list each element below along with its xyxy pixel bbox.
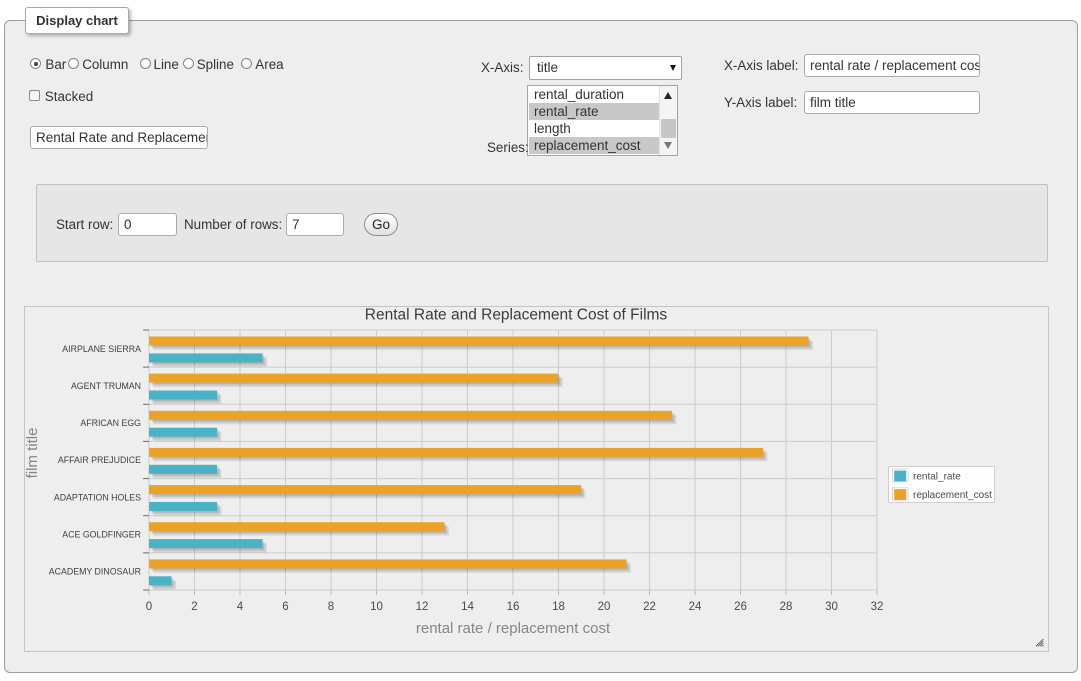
svg-text:10: 10	[370, 601, 383, 613]
svg-text:28: 28	[780, 601, 793, 613]
svg-text:18: 18	[552, 601, 565, 613]
svg-text:6: 6	[282, 601, 288, 613]
svg-text:ACADEMY DINOSAUR: ACADEMY DINOSAUR	[49, 567, 141, 577]
svg-text:Rental Rate and Replacement Co: Rental Rate and Replacement Cost of Film…	[365, 307, 668, 324]
svg-text:26: 26	[734, 601, 747, 613]
svg-text:AFFAIR PREJUDICE: AFFAIR PREJUDICE	[58, 455, 141, 465]
svg-text:4: 4	[237, 601, 244, 613]
svg-text:AGENT TRUMAN: AGENT TRUMAN	[71, 381, 141, 391]
svg-text:16: 16	[507, 601, 520, 613]
svg-text:24: 24	[689, 601, 702, 613]
svg-text:replacement_cost: replacement_cost	[913, 490, 992, 501]
svg-text:rental rate / replacement cost: rental rate / replacement cost	[416, 620, 611, 637]
svg-text:8: 8	[328, 601, 334, 613]
svg-text:ACE GOLDFINGER: ACE GOLDFINGER	[62, 530, 141, 540]
svg-text:AIRPLANE SIERRA: AIRPLANE SIERRA	[62, 344, 141, 354]
svg-text:rental_rate: rental_rate	[913, 472, 961, 483]
svg-text:AFRICAN EGG: AFRICAN EGG	[80, 418, 141, 428]
svg-text:14: 14	[461, 601, 474, 613]
svg-text:2: 2	[191, 601, 197, 613]
svg-text:film title: film title	[24, 428, 41, 479]
svg-text:0: 0	[146, 601, 152, 613]
svg-text:12: 12	[416, 601, 429, 613]
svg-text:20: 20	[598, 601, 611, 613]
svg-text:30: 30	[825, 601, 838, 613]
svg-text:ADAPTATION HOLES: ADAPTATION HOLES	[54, 492, 141, 502]
svg-text:32: 32	[871, 601, 884, 613]
svg-text:22: 22	[643, 601, 656, 613]
